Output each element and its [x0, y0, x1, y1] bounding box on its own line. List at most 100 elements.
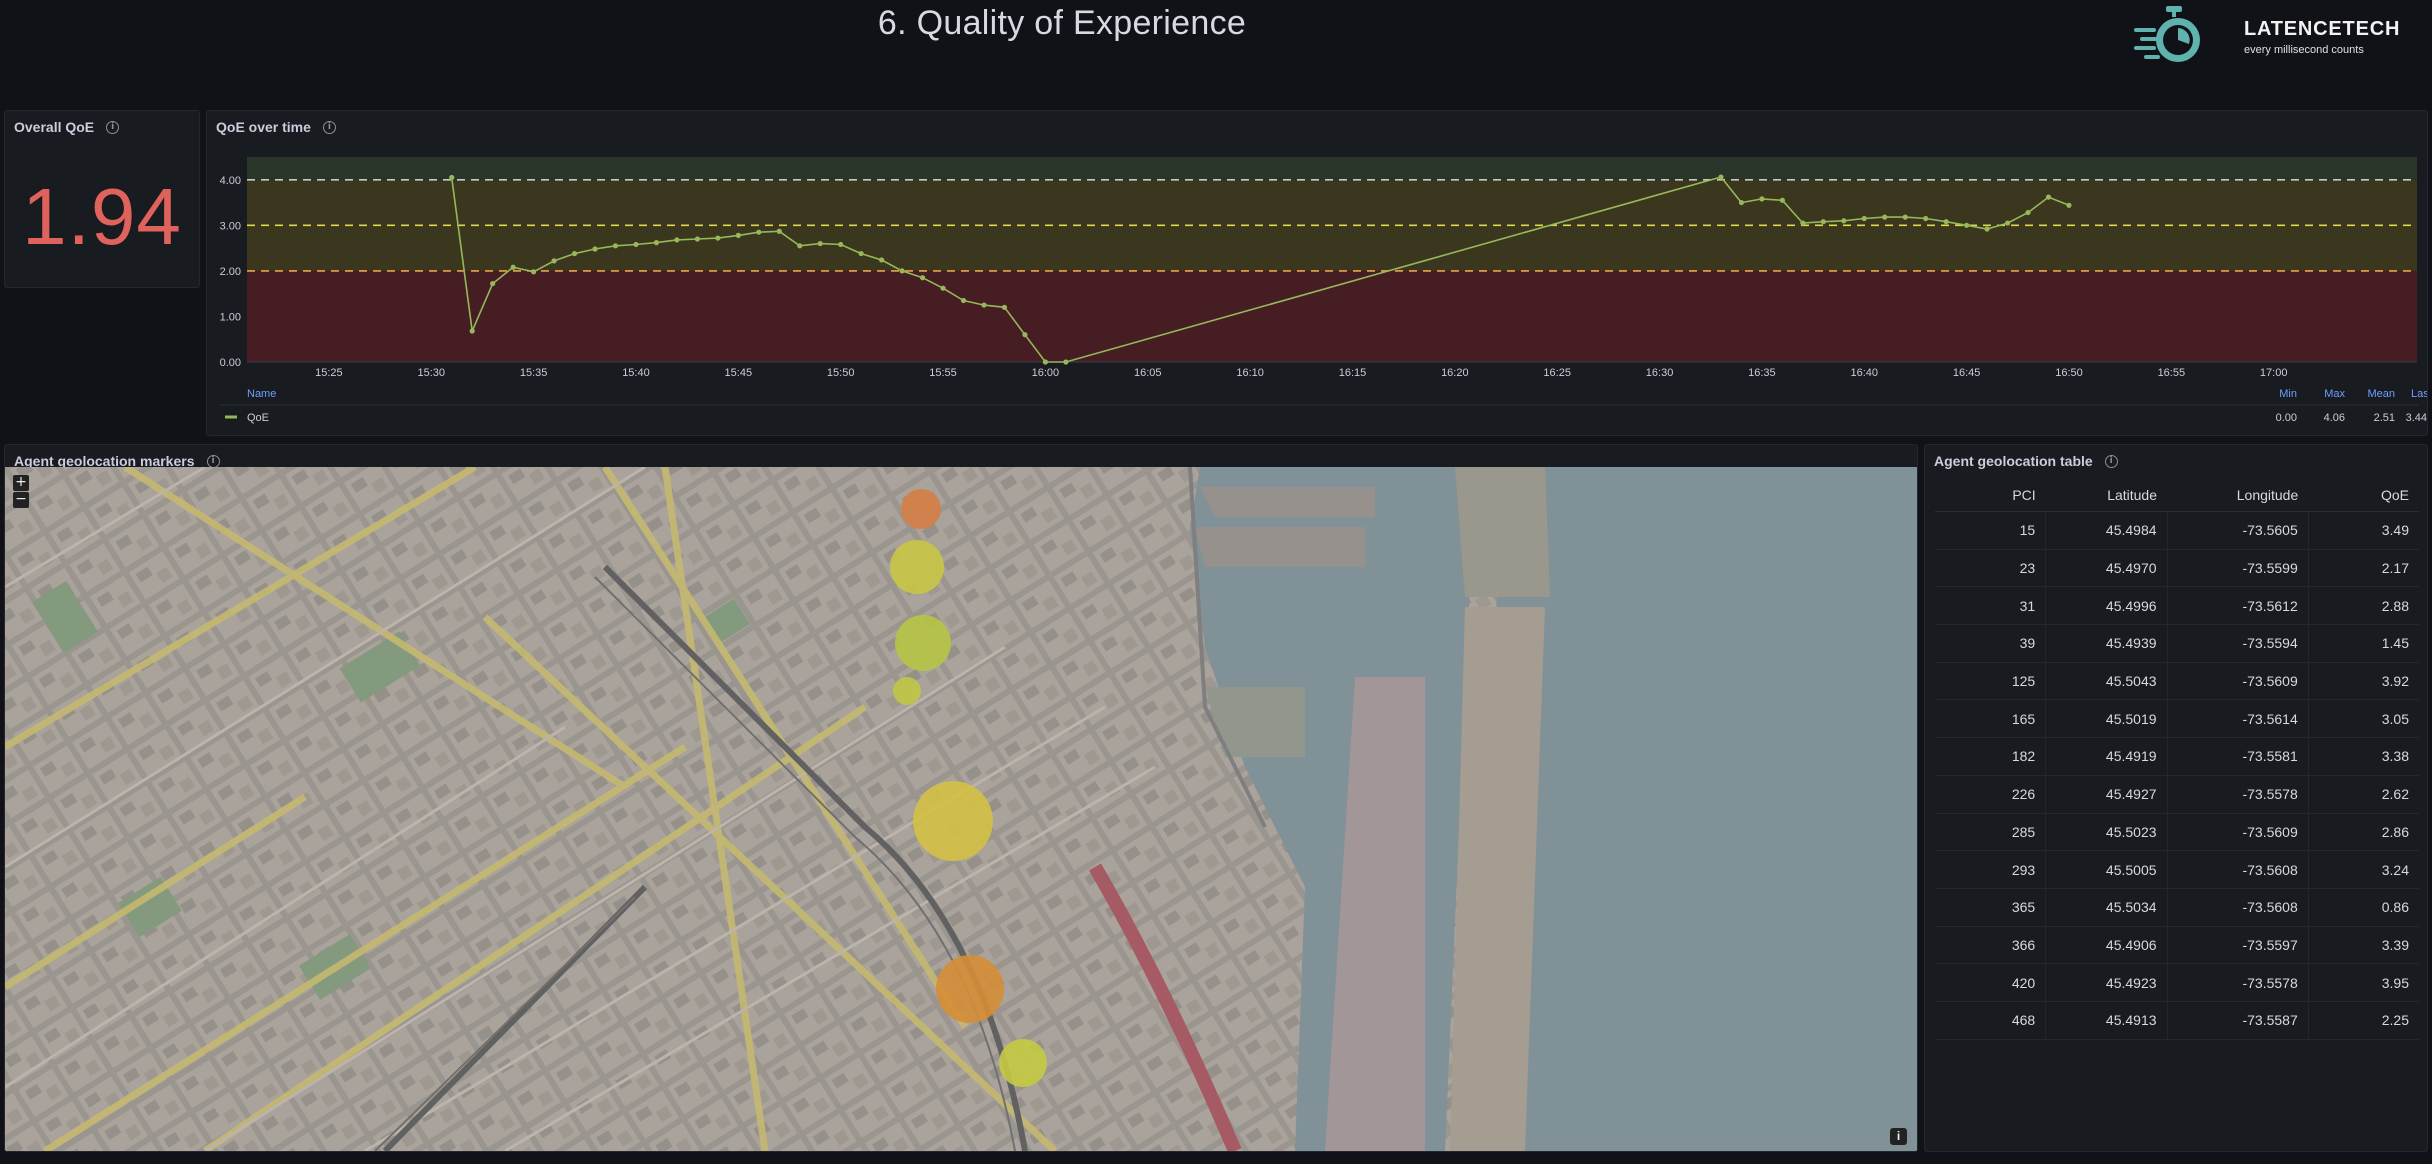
- cell-latitude: 45.5043: [2045, 662, 2168, 701]
- cell-pci: 420: [1935, 963, 2047, 1002]
- data-point: [919, 275, 926, 281]
- legend-last-header: Last: [2411, 388, 2428, 400]
- data-point: [776, 228, 782, 234]
- data-point: [1820, 219, 1826, 225]
- data-point: [449, 174, 455, 181]
- qoe-over-time-panel: QoE over time i 0.00 1.00 2.00 3.00 4.00 15:2…: [206, 110, 2428, 436]
- data-point: [2045, 194, 2052, 200]
- table-row: 293 45.5005 -73.5608 3.24: [1935, 850, 2419, 889]
- column-header-qoe[interactable]: QoE: [2308, 479, 2419, 512]
- data-point: [960, 297, 967, 304]
- qoe-line-chart[interactable]: 0.00 1.00 2.00 3.00 4.00 15:25 15:30 15:35 15:40…: [207, 111, 2428, 436]
- geo-markers-panel: Agent geolocation markers i + − i: [4, 444, 1918, 1152]
- cell-qoe: 2.25: [2308, 1001, 2419, 1040]
- data-point: [715, 235, 721, 241]
- data-point: [1902, 214, 1908, 220]
- cell-pci: 15: [1935, 511, 2047, 550]
- table-header-row: PCI Latitude Longitude QoE: [1935, 479, 2419, 512]
- x-tick-label: 15:35: [520, 367, 548, 379]
- legend-max-value: 4.06: [2324, 412, 2345, 424]
- table-row: 285 45.5023 -73.5609 2.86: [1935, 813, 2419, 852]
- table-row: 31 45.4996 -73.5612 2.88: [1935, 586, 2419, 626]
- cell-longitude: -73.5609: [2167, 662, 2309, 701]
- data-point: [1841, 218, 1847, 224]
- data-point: [1042, 359, 1048, 365]
- table-row: 125 45.5043 -73.5609 3.92: [1935, 662, 2419, 701]
- zoom-out-button[interactable]: −: [13, 492, 29, 508]
- legend-series-name: QoE: [247, 412, 269, 424]
- data-point: [531, 269, 537, 275]
- data-point: [756, 229, 762, 235]
- data-point: [735, 232, 741, 238]
- cell-latitude: 45.4927: [2045, 775, 2168, 814]
- data-point: [797, 243, 803, 249]
- cell-pci: 226: [1935, 775, 2047, 814]
- x-tick-label: 16:10: [1236, 367, 1264, 379]
- cell-longitude: -73.5597: [2167, 926, 2309, 965]
- data-point: [469, 328, 475, 334]
- y-tick-label: 0.00: [220, 357, 241, 369]
- data-point: [1001, 304, 1008, 310]
- cell-qoe: 3.05: [2308, 699, 2419, 739]
- data-point: [981, 302, 987, 308]
- cell-latitude: 45.5023: [2045, 813, 2168, 852]
- cell-latitude: 45.4906: [2045, 926, 2168, 965]
- info-icon[interactable]: i: [106, 120, 120, 134]
- x-tick-label: 17:00: [2260, 367, 2288, 379]
- data-point: [674, 237, 680, 243]
- data-point: [694, 236, 700, 242]
- cell-longitude: -73.5608: [2167, 888, 2309, 927]
- data-point: [1984, 226, 1990, 232]
- panel-header[interactable]: Agent geolocation table i: [1934, 453, 2118, 469]
- column-header-longitude[interactable]: Longitude: [2167, 479, 2309, 512]
- zoom-in-button[interactable]: +: [13, 475, 29, 491]
- map-svg[interactable]: [5, 463, 1917, 1151]
- legend-min-value: 0.00: [2276, 412, 2297, 424]
- cell-qoe: 3.92: [2308, 662, 2419, 701]
- legend-last-value: 3.44: [2406, 412, 2427, 424]
- cell-latitude: 45.4996: [2045, 586, 2168, 626]
- cell-pci: 468: [1935, 1001, 2047, 1040]
- cell-latitude: 45.5034: [2045, 888, 2168, 927]
- data-point: [551, 258, 557, 264]
- data-point: [1779, 197, 1785, 203]
- data-point: [571, 250, 578, 257]
- column-header-pci[interactable]: PCI: [1935, 479, 2046, 512]
- cell-pci: 366: [1935, 926, 2047, 965]
- latencetech-logo: LATENCETECH every millisecond counts: [2132, 4, 2422, 68]
- cell-longitude: -73.5578: [2167, 775, 2309, 814]
- legend-max-header: Max: [2324, 388, 2345, 400]
- cell-qoe: 3.49: [2308, 511, 2419, 550]
- info-icon[interactable]: i: [206, 454, 220, 468]
- cell-latitude: 45.4923: [2045, 963, 2168, 1002]
- map-canvas[interactable]: + − i: [5, 463, 1917, 1151]
- data-point: [1861, 215, 1867, 222]
- data-point: [940, 285, 946, 291]
- x-tick-label: 16:35: [1748, 367, 1776, 379]
- table-row: 182 45.4919 -73.5581 3.38: [1935, 737, 2419, 776]
- column-header-latitude[interactable]: Latitude: [2045, 479, 2168, 512]
- x-tick-label: 16:55: [2158, 367, 2186, 379]
- x-tick-label: 15:40: [622, 367, 650, 379]
- cell-longitude: -73.5609: [2167, 813, 2309, 852]
- x-tick-label: 15:50: [827, 367, 855, 379]
- stopwatch-logo-icon: [2134, 6, 2200, 62]
- map-attribution-info-button[interactable]: i: [1890, 1128, 1907, 1145]
- cell-qoe: 3.95: [2308, 963, 2419, 1002]
- cell-qoe: 2.62: [2308, 775, 2419, 814]
- x-tick-label: 16:00: [1032, 367, 1060, 379]
- table-row: 420 45.4923 -73.5578 3.95: [1935, 963, 2419, 1002]
- threshold-band: [247, 270, 2417, 362]
- legend-name-header: Name: [247, 388, 276, 400]
- data-point: [612, 243, 619, 249]
- cell-latitude: 45.4919: [2045, 737, 2168, 776]
- cell-qoe: 2.17: [2308, 549, 2419, 588]
- info-icon[interactable]: i: [2104, 454, 2118, 468]
- panel-header[interactable]: Overall QoE i: [14, 119, 120, 135]
- cell-qoe: 1.45: [2308, 624, 2419, 663]
- logo-tagline: every millisecond counts: [2244, 44, 2364, 56]
- cell-latitude: 45.4913: [2045, 1001, 2168, 1040]
- cell-longitude: -73.5614: [2167, 699, 2309, 739]
- legend-min-header: Min: [2279, 388, 2297, 400]
- y-tick-label: 2.00: [220, 266, 241, 278]
